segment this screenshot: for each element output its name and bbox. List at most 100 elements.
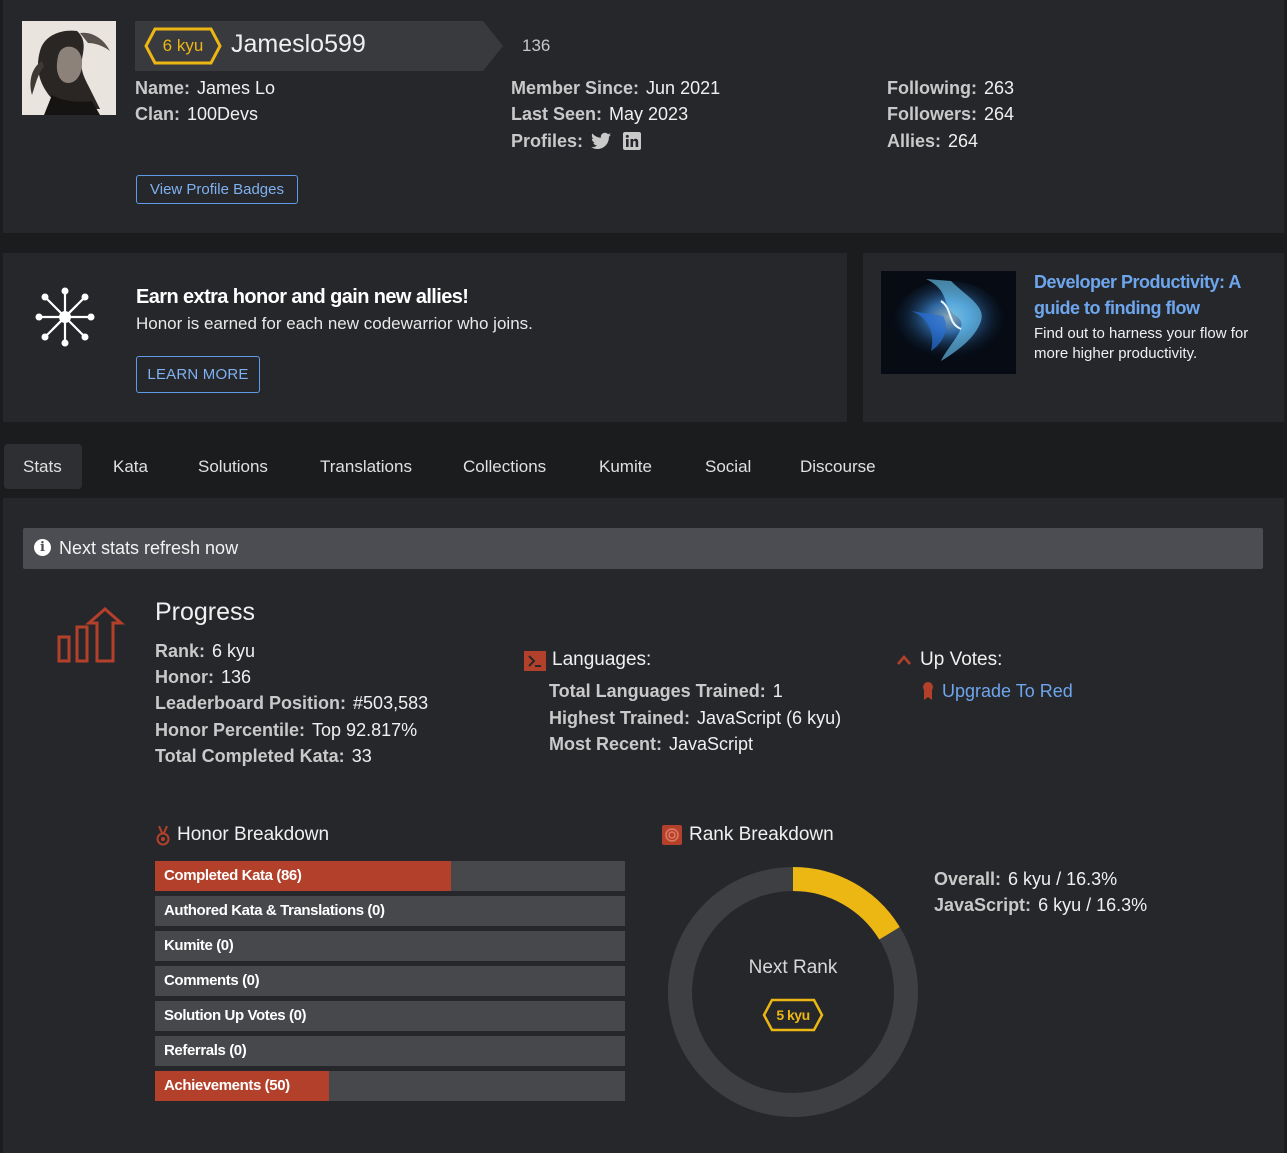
- honor-breakdown-title: Honor Breakdown: [177, 824, 330, 845]
- allies-label: Allies:: [887, 131, 942, 151]
- leaderboard-value: #503,583: [353, 693, 429, 713]
- allies-field: Allies: 264: [887, 131, 978, 152]
- honor-breakdown-label: Completed Kata (86): [164, 867, 302, 884]
- tab-discourse[interactable]: Discourse: [800, 444, 876, 489]
- percentile-value: Top 92.817%: [312, 720, 418, 740]
- twitter-icon[interactable]: [591, 132, 611, 150]
- profiles-field: Profiles:: [511, 131, 590, 152]
- member-since-label: Member Since:: [511, 78, 640, 98]
- honor-field: Honor: 136: [155, 667, 251, 688]
- honor-value: 136: [220, 667, 252, 687]
- avatar[interactable]: [22, 21, 116, 115]
- following-label: Following:: [887, 78, 977, 98]
- most-recent-value: JavaScript: [669, 734, 754, 754]
- progress-title: Progress: [155, 598, 256, 626]
- member-since-field: Member Since: Jun 2021: [511, 78, 720, 99]
- next-rank-value: 5 kyu: [776, 1007, 810, 1023]
- rank-breakdown-title: Rank Breakdown: [689, 824, 834, 845]
- javascript-rank-field: JavaScript: 6 kyu / 16.3%: [934, 895, 1147, 916]
- total-languages-value: 1: [772, 681, 783, 701]
- target-icon: [662, 825, 682, 845]
- followers-label: Followers:: [887, 104, 978, 124]
- allies-value: 264: [948, 131, 979, 151]
- honor-breakdown-label: Referrals (0): [164, 1042, 247, 1059]
- view-profile-badges-button[interactable]: View Profile Badges: [136, 175, 298, 204]
- rank-label: Rank:: [155, 641, 206, 661]
- highest-trained-field: Highest Trained: JavaScript (6 kyu): [549, 708, 841, 729]
- honor-breakdown-bar: Completed Kata (86): [155, 861, 625, 891]
- total-languages-label: Total Languages Trained:: [549, 681, 766, 701]
- tab-solutions[interactable]: Solutions: [198, 444, 268, 489]
- leaderboard-field: Leaderboard Position: #503,583: [155, 693, 428, 714]
- learn-more-button[interactable]: LEARN MORE: [136, 356, 260, 393]
- ribbon-icon: [921, 681, 935, 701]
- honor-breakdown-bar: Referrals (0): [155, 1036, 625, 1066]
- ad-image[interactable]: [881, 271, 1016, 374]
- overall-rank-value: 6 kyu / 16.3%: [1008, 869, 1118, 889]
- rank-badge: 6 kyu: [144, 27, 222, 65]
- terminal-icon: [524, 651, 546, 671]
- percentile-field: Honor Percentile: Top 92.817%: [155, 720, 417, 741]
- upgrade-to-red-link[interactable]: Upgrade To Red: [942, 681, 1073, 702]
- rank-badge-label: 6 kyu: [162, 36, 204, 55]
- following-value: 263: [983, 78, 1015, 98]
- honor-breakdown-bar: Comments (0): [155, 966, 625, 996]
- next-rank-label: Next Rank: [748, 957, 838, 978]
- clan-field: Clan: 100Devs: [135, 104, 258, 125]
- languages-title: Languages:: [552, 649, 652, 670]
- honor-breakdown-label: Kumite (0): [164, 937, 234, 954]
- rank-field: Rank: 6 kyu: [155, 641, 255, 662]
- tab-translations[interactable]: Translations: [320, 444, 412, 489]
- tab-kata[interactable]: Kata: [113, 444, 148, 489]
- javascript-rank-label: JavaScript:: [934, 895, 1032, 915]
- last-seen-value: May 2023: [609, 104, 689, 124]
- javascript-rank-value: 6 kyu / 16.3%: [1038, 895, 1148, 915]
- honor-label: Honor:: [155, 667, 214, 687]
- rank-value: 6 kyu: [212, 641, 256, 661]
- honor-breakdown-bar: Solution Up Votes (0): [155, 1001, 625, 1031]
- clan-value: 100Devs: [187, 104, 259, 124]
- completed-kata-label: Total Completed Kata:: [155, 746, 345, 766]
- network-icon: [33, 285, 97, 349]
- honor-breakdown-bar: Achievements (50): [155, 1071, 625, 1101]
- chevron-up-icon: [896, 653, 912, 667]
- honor-breakdown-bar: Kumite (0): [155, 931, 625, 961]
- refresh-text: Next stats refresh now: [59, 538, 239, 558]
- honor-breakdown-label: Comments (0): [164, 972, 260, 989]
- highest-trained-value: JavaScript (6 kyu): [697, 708, 842, 728]
- leaderboard-label: Leaderboard Position:: [155, 693, 347, 713]
- most-recent-field: Most Recent: JavaScript: [549, 734, 753, 755]
- name-field: Name: James Lo: [135, 78, 275, 99]
- last-seen-label: Last Seen:: [511, 104, 603, 124]
- honor-breakdown-label: Authored Kata & Translations (0): [164, 902, 385, 919]
- name-value: James Lo: [197, 78, 276, 98]
- followers-field: Followers: 264: [887, 104, 1014, 125]
- honor-breakdown-label: Solution Up Votes (0): [164, 1007, 307, 1024]
- most-recent-label: Most Recent:: [549, 734, 663, 754]
- rank-progress-donut: [666, 865, 920, 1119]
- overall-rank-label: Overall:: [934, 869, 1002, 889]
- linkedin-icon[interactable]: [623, 132, 641, 150]
- tab-stats[interactable]: Stats: [4, 444, 82, 489]
- name-label: Name:: [135, 78, 191, 98]
- percentile-label: Honor Percentile:: [155, 720, 306, 740]
- honor-breakdown-label: Achievements (50): [164, 1077, 290, 1094]
- last-seen-field: Last Seen: May 2023: [511, 104, 688, 125]
- highest-trained-label: Highest Trained:: [549, 708, 691, 728]
- tab-kumite[interactable]: Kumite: [599, 444, 652, 489]
- referral-title: Earn extra honor and gain new allies!: [136, 286, 469, 308]
- following-field: Following: 263: [887, 78, 1014, 99]
- stats-refresh-notice: i Next stats refresh now: [23, 528, 1263, 569]
- completed-kata-value: 33: [351, 746, 372, 766]
- referral-banner: [3, 253, 847, 422]
- honor-score: 136: [522, 36, 551, 55]
- ad-title-link[interactable]: Developer Productivity: A guide to findi…: [1034, 269, 1274, 321]
- username: Jameslo599: [231, 30, 366, 58]
- upvotes-title: Up Votes:: [920, 649, 1003, 670]
- honor-breakdown-bar: Authored Kata & Translations (0): [155, 896, 625, 926]
- referral-subtitle: Honor is earned for each new codewarrior…: [136, 314, 533, 333]
- progress-chart-icon: [55, 605, 125, 665]
- tab-collections[interactable]: Collections: [463, 444, 546, 489]
- donut-progress-arc: [792, 867, 900, 940]
- tab-social[interactable]: Social: [705, 444, 751, 489]
